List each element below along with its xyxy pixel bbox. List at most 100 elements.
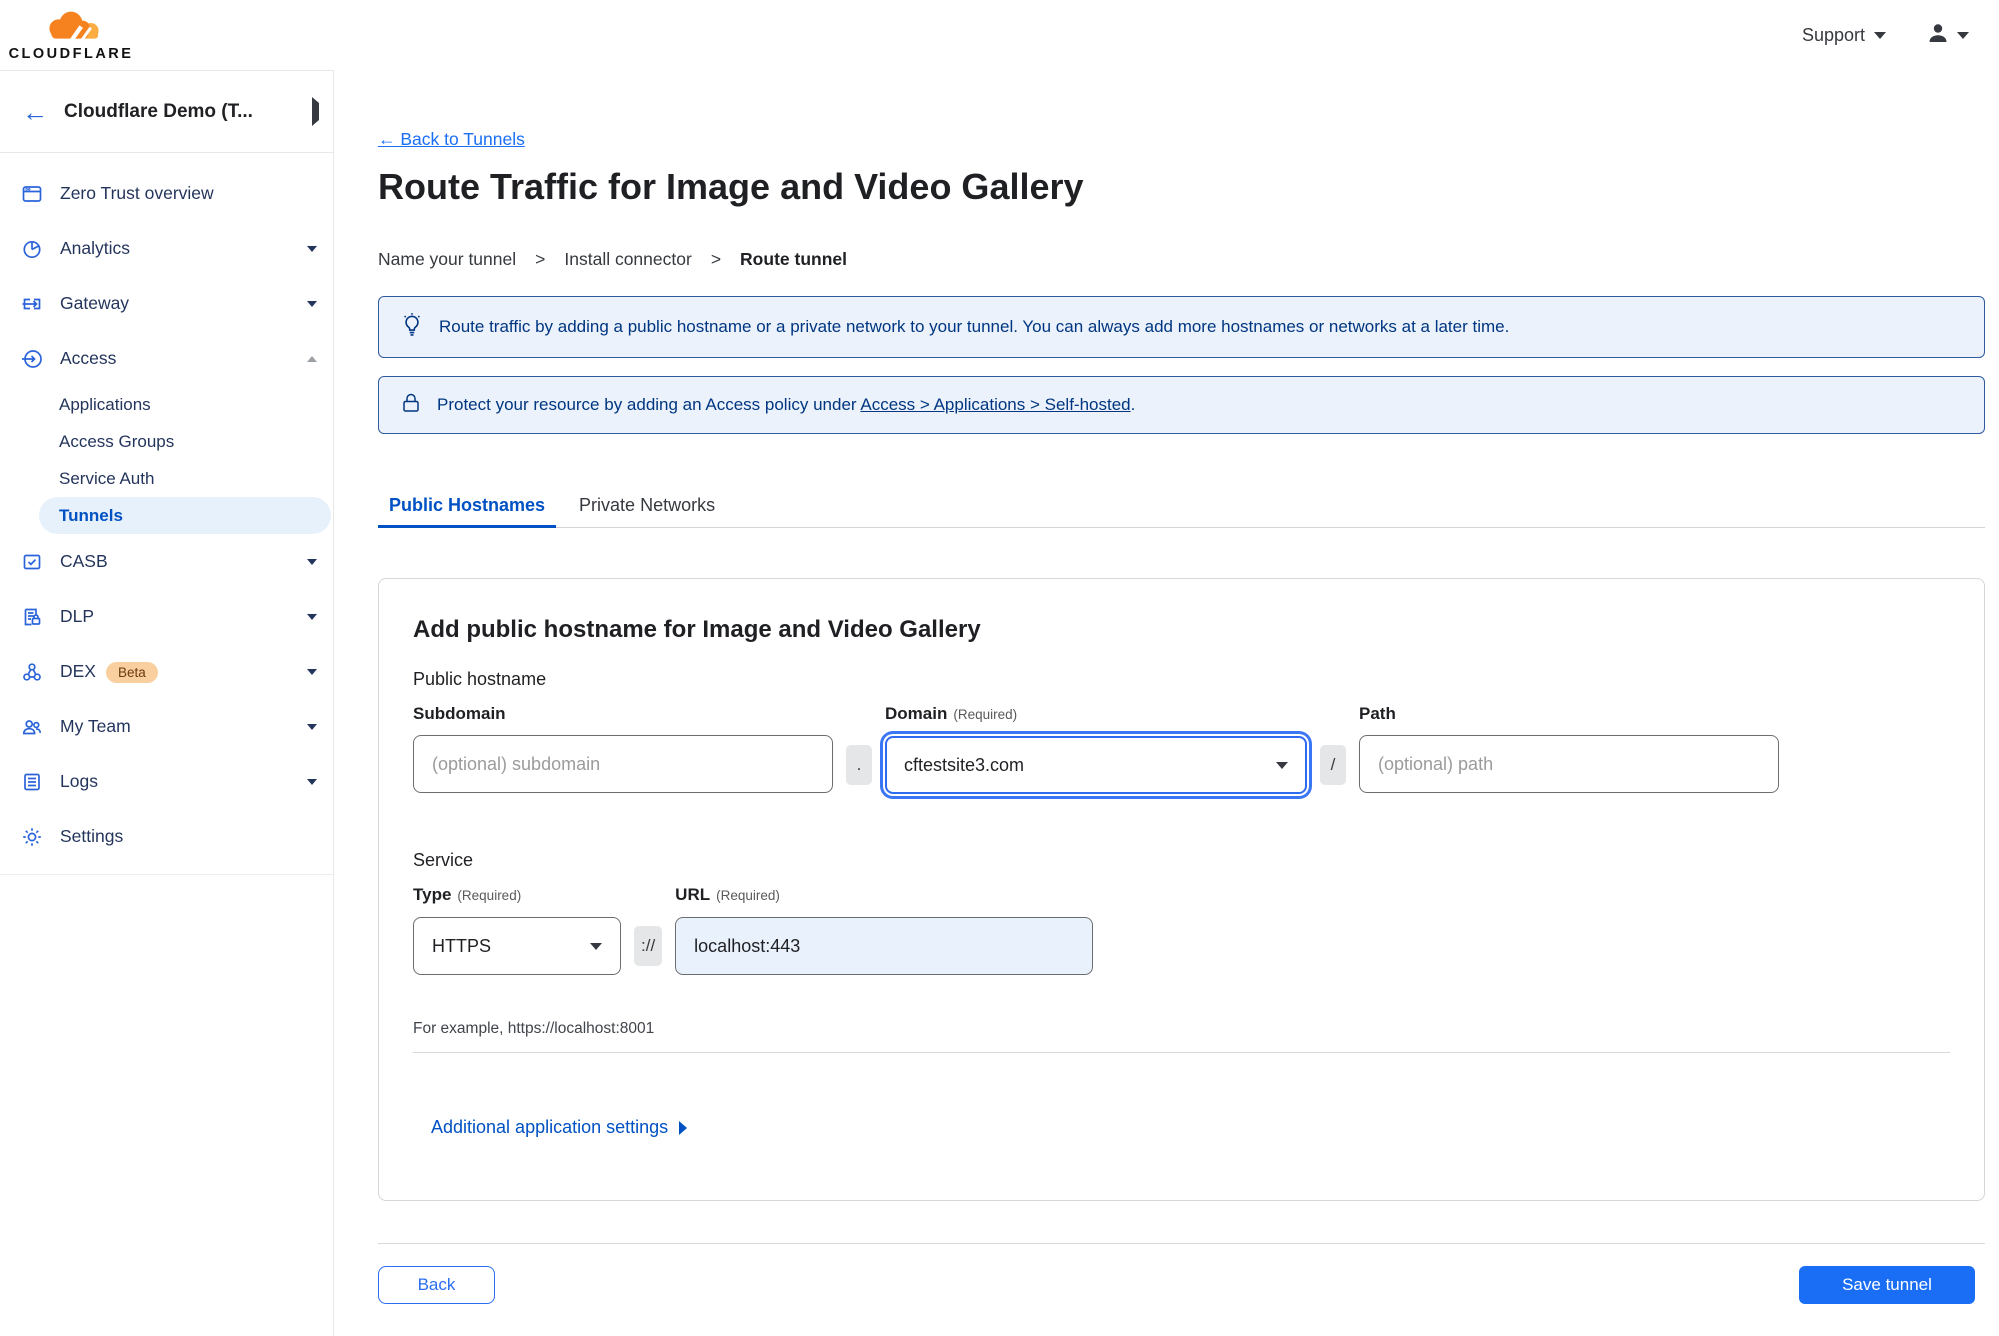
tab-bar: Public Hostnames Private Networks — [378, 483, 1985, 528]
back-to-tunnels-link[interactable]: ← Back to Tunnels — [378, 128, 525, 150]
access-icon — [21, 348, 43, 370]
path-input[interactable] — [1359, 735, 1779, 793]
save-tunnel-button[interactable]: Save tunnel — [1799, 1266, 1975, 1304]
gear-icon — [21, 826, 43, 848]
step-name-your-tunnel[interactable]: Name your tunnel — [378, 248, 516, 270]
back-button[interactable]: Back — [378, 1266, 495, 1304]
sidebar-divider — [0, 874, 333, 875]
additional-settings-label: Additional application settings — [431, 1117, 669, 1137]
lightbulb-icon — [399, 312, 425, 343]
additional-application-settings-toggle[interactable]: Additional application settings — [431, 1117, 688, 1138]
sidebar-item-dlp[interactable]: DLP — [0, 589, 333, 644]
sidebar-item-gateway[interactable]: Gateway — [0, 276, 333, 331]
chevron-up-icon — [307, 355, 317, 362]
back-arrow-icon[interactable]: ← — [22, 99, 48, 125]
sidebar-item-analytics[interactable]: Analytics — [0, 221, 333, 276]
tip-banner: Route traffic by adding a public hostnam… — [378, 296, 1985, 358]
sidebar-item-label: DLP — [60, 606, 95, 626]
required-hint: (Required) — [457, 888, 522, 903]
chevron-down-icon — [590, 942, 602, 950]
chevron-right-icon — [312, 96, 319, 126]
sidebar-item-label: CASB — [60, 551, 108, 571]
gateway-icon — [21, 293, 43, 315]
chevron-down-icon — [1957, 31, 1969, 39]
sidebar-item-applications[interactable]: Applications — [0, 386, 333, 423]
sidebar-item-my-team[interactable]: My Team — [0, 699, 333, 754]
chevron-down-icon — [307, 668, 317, 675]
main-content: ← Back to Tunnels Route Traffic for Imag… — [334, 70, 1999, 1336]
sidebar-item-logs[interactable]: Logs — [0, 754, 333, 809]
service-section-label: Service — [413, 850, 474, 870]
path-label: Path — [1359, 704, 1396, 723]
account-name: Cloudflare Demo (T... — [64, 100, 253, 122]
domain-selected-value: cftestsite3.com — [904, 754, 1025, 775]
sidebar-subitem-label: Tunnels — [59, 505, 123, 525]
footer-actions: Back Save tunnel — [378, 1266, 1985, 1304]
chevron-down-icon — [307, 723, 317, 730]
dot-separator: . — [846, 745, 872, 785]
user-icon — [1926, 21, 1950, 50]
access-policy-banner: Protect your resource by adding an Acces… — [378, 376, 1985, 434]
sidebar: ← Cloudflare Demo (T... Zero Trust overv… — [0, 70, 334, 1336]
breadcrumb: Name your tunnel > Install connector > R… — [378, 248, 1985, 270]
slash-separator: / — [1320, 745, 1346, 785]
sidebar-item-label: Access — [60, 348, 117, 368]
dex-network-icon — [21, 661, 43, 683]
sidebar-collapse-toggle[interactable] — [308, 96, 323, 126]
sidebar-item-label: My Team — [60, 716, 131, 736]
service-type-selected-value: HTTPS — [432, 935, 492, 956]
step-separator: > — [535, 249, 546, 269]
step-separator: > — [710, 249, 722, 269]
sidebar-subitem-label: Applications — [59, 394, 151, 414]
chevron-down-icon — [307, 245, 317, 252]
browser-window-icon — [21, 183, 43, 205]
casb-icon — [21, 551, 43, 573]
document-lock-icon — [21, 606, 43, 628]
sidebar-item-access[interactable]: Access — [0, 331, 333, 386]
url-label: URL (Required) — [675, 885, 780, 904]
page-title: Route Traffic for Image and Video Galler… — [378, 166, 1084, 207]
team-icon — [21, 716, 43, 738]
hostname-fields-row: Subdomain . Domain(Required) cftestsite3… — [413, 704, 1950, 794]
sidebar-item-tunnels[interactable]: Tunnels — [39, 497, 331, 534]
scheme-separator: :// — [634, 926, 663, 966]
tip-banner-text: Route traffic by adding a public hostnam… — [439, 317, 1510, 336]
sidebar-item-settings[interactable]: Settings — [0, 809, 333, 864]
subdomain-input[interactable] — [413, 735, 833, 793]
cloudflare-cloud-icon — [38, 8, 104, 49]
sidebar-item-casb[interactable]: CASB — [0, 534, 333, 589]
service-fields-row: Type (Required) HTTPS :// URL (Required) — [413, 885, 1950, 975]
footer-divider — [378, 1243, 1985, 1244]
sidebar-item-label: Analytics — [60, 238, 131, 258]
step-install-connector[interactable]: Install connector — [564, 248, 691, 270]
domain-select[interactable]: cftestsite3.com — [885, 736, 1307, 794]
domain-label: Domain (Required) — [885, 704, 1018, 723]
sidebar-item-zero-trust-overview[interactable]: Zero Trust overview — [0, 166, 333, 221]
tab-public-hostnames[interactable]: Public Hostnames — [378, 483, 557, 528]
chevron-down-icon — [307, 558, 317, 565]
url-example-hint: For example, https://localhost:8001 — [413, 1020, 655, 1037]
top-bar: CLOUDFLARE Support — [0, 0, 1999, 70]
chevron-right-icon — [679, 1120, 688, 1135]
sidebar-item-label: DEX Beta — [60, 661, 290, 683]
sidebar-nav: Zero Trust overview Analytics Gateway Ac… — [0, 153, 333, 875]
chevron-down-icon — [1874, 31, 1886, 39]
cloudflare-logo[interactable]: CLOUDFLARE — [9, 8, 131, 62]
card-divider — [413, 1052, 1950, 1053]
sidebar-item-access-groups[interactable]: Access Groups — [0, 423, 333, 460]
tab-private-networks[interactable]: Private Networks — [568, 483, 726, 528]
required-hint: (Required) — [716, 888, 780, 903]
public-hostname-section-label: Public hostname — [413, 669, 547, 689]
sidebar-item-label: Logs — [60, 771, 98, 791]
service-type-select[interactable]: HTTPS — [413, 917, 621, 975]
user-menu[interactable] — [1926, 21, 1969, 50]
sidebar-subitem-label: Service Auth — [59, 468, 155, 488]
sidebar-item-label: Settings — [60, 826, 124, 846]
sidebar-item-dex[interactable]: DEX Beta — [0, 644, 333, 699]
sidebar-item-service-auth[interactable]: Service Auth — [0, 460, 333, 497]
support-menu[interactable]: Support — [1802, 25, 1886, 46]
service-url-input[interactable] — [675, 917, 1094, 975]
subdomain-label: Subdomain — [413, 704, 506, 723]
chevron-down-icon — [307, 300, 317, 307]
access-applications-self-hosted-link[interactable]: Access > Applications > Self-hosted — [860, 395, 1130, 414]
